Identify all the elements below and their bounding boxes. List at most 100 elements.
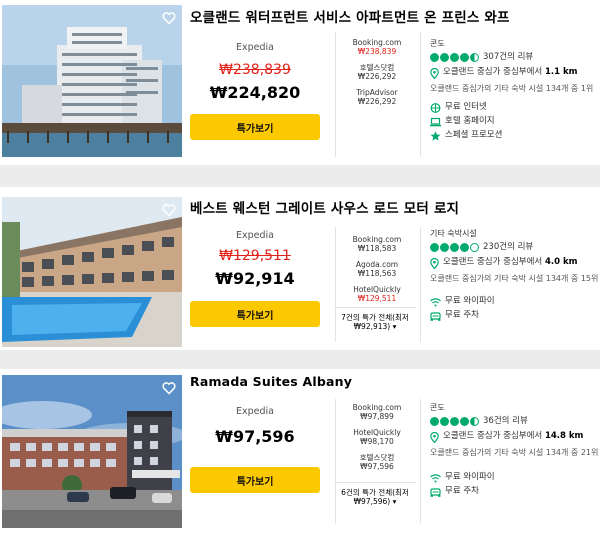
offer-item[interactable]: Booking.com ₩118,583 <box>337 235 417 253</box>
offer-item[interactable]: HotelQuickly ₩98,170 <box>337 428 417 446</box>
rating-bubble <box>460 243 469 252</box>
offer-item[interactable]: Booking.com ₩97,899 <box>337 403 417 421</box>
all-deals-text: 6건의 특가 전체(최저 <box>341 488 409 497</box>
divider <box>420 399 421 524</box>
amenity-item[interactable]: 스페셜 프로모션 <box>430 130 600 141</box>
rating-bubble <box>450 243 459 252</box>
deal-price: ₩224,820 <box>209 83 301 102</box>
rating-bubble <box>440 243 449 252</box>
rating-bubble <box>470 53 479 62</box>
distance-value: 4.0 km <box>544 257 578 267</box>
rating[interactable]: 230건의 리뷰 <box>430 242 600 253</box>
location-pin-icon <box>430 258 439 269</box>
distance: 오클랜드 중심가 중심부에서 4.0 km <box>430 257 600 269</box>
wifi-icon <box>430 102 441 113</box>
divider <box>420 32 421 157</box>
ranking-text: 오클랜드 중심가의 기타 숙박 시설 134개 중 21위 <box>430 448 599 457</box>
wifi-icon <box>430 297 441 306</box>
distance-text: 오클랜드 중심가 중심부에서 <box>443 257 545 267</box>
hotel-name[interactable]: Ramada Suites Albany <box>190 374 352 389</box>
view-deal-button[interactable]: 특가보기 <box>190 467 320 493</box>
rating[interactable]: 36건의 리뷰 <box>430 416 600 427</box>
amenity-item: 무료 와이파이 <box>430 296 600 307</box>
divider <box>335 32 336 157</box>
rating-bubble <box>470 417 479 426</box>
lowest-deal-price: ₩97,596) <box>353 497 391 506</box>
offer-item[interactable]: HotelQuickly ₩129,511 <box>337 285 417 303</box>
lowest-deal-price: ₩92,913) <box>353 322 391 331</box>
all-deals-text: 7건의 특가 전체(최저 <box>341 313 409 322</box>
distance: 오클랜드 중심가 중심부에서 1.1 km <box>430 67 600 79</box>
all-deals-link[interactable]: 7건의 특가 전체(최저 ₩92,913) ▾ <box>334 307 416 331</box>
hotel-card: 베스트 웨스턴 그레이트 사우스 로드 모터 로지 Expedia ₩129,5… <box>0 187 600 350</box>
property-category: 콘도 <box>430 39 445 48</box>
offer-item[interactable]: 호텔스닷컴 ₩97,596 <box>337 453 417 471</box>
view-deal-button[interactable]: 특가보기 <box>190 114 320 140</box>
other-offers: Booking.com ₩238,839 호텔스닷컴 ₩226,292 TripAd… <box>337 38 417 113</box>
amenity-item: 무료 주차 <box>430 310 600 321</box>
other-offers: Booking.com ₩118,583 Agoda.com ₩118,563 Ho… <box>337 235 417 310</box>
review-count[interactable]: 36건의 리뷰 <box>483 416 528 427</box>
star-icon <box>430 130 441 141</box>
hotel-photo[interactable] <box>2 375 182 528</box>
rating-bubble <box>430 243 439 252</box>
hotel-name[interactable]: 오클랜드 워터프런트 서비스 아파트먼트 온 프린스 와프 <box>190 6 510 26</box>
amenity-item: 무료 인터넷 <box>430 102 600 113</box>
heart-icon[interactable] <box>162 381 176 395</box>
hotel-info: 기타 숙박시설 230건의 리뷰 오클랜드 중심가 중심부에서 4.0 km 오… <box>430 228 600 324</box>
amenity-item: 무료 와이파이 <box>430 472 600 483</box>
hotel-name[interactable]: 베스트 웨스턴 그레이트 사우스 로드 모터 로지 <box>190 197 459 217</box>
heart-icon[interactable] <box>162 203 176 217</box>
offer-item[interactable]: Booking.com ₩238,839 <box>337 38 417 56</box>
hotel-info: 콘도 307건의 리뷰 오클랜드 중심가 중심부에서 1.1 km 오클랜드 중… <box>430 38 600 144</box>
original-price: ₩238,839 <box>219 62 291 78</box>
review-count[interactable]: 307건의 리뷰 <box>483 52 533 63</box>
car-icon <box>430 311 441 321</box>
rating-bubble <box>450 417 459 426</box>
rating[interactable]: 307건의 리뷰 <box>430 52 600 63</box>
wifi-icon <box>430 473 441 482</box>
location-pin-icon <box>430 432 439 443</box>
review-count[interactable]: 230건의 리뷰 <box>483 242 533 253</box>
rating-bubble <box>440 417 449 426</box>
distance: 오클랜드 중심가 중심부에서 14.8 km <box>430 431 600 443</box>
offer-item[interactable]: Agoda.com ₩118,563 <box>337 260 417 278</box>
provider-name: Expedia <box>236 42 274 53</box>
rating-bubble <box>430 53 439 62</box>
deal-price: ₩97,596 <box>215 427 295 446</box>
rating-bubble <box>440 53 449 62</box>
car-icon <box>430 487 441 497</box>
rating-bubble <box>460 417 469 426</box>
amenity-item: 무료 주차 <box>430 486 600 497</box>
property-category: 콘도 <box>430 403 445 412</box>
location-pin-icon <box>430 68 439 79</box>
hotel-info: 콘도 36건의 리뷰 오클랜드 중심가 중심부에서 14.8 km 오클랜드 중… <box>430 402 600 500</box>
offer-item[interactable]: TripAdvisor ₩226,292 <box>337 88 417 106</box>
offer-item[interactable]: 호텔스닷컴 ₩226,292 <box>337 63 417 81</box>
all-deals-link[interactable]: 6건의 특가 전체(최저 ₩97,596) ▾ <box>334 482 416 506</box>
distance-value: 14.8 km <box>544 431 584 441</box>
ranking-text: 오클랜드 중심가의 기타 숙박 시설 134개 중 15위 <box>430 274 599 283</box>
distance-value: 1.1 km <box>544 67 578 77</box>
laptop-icon <box>430 117 441 126</box>
hotel-photo[interactable] <box>2 197 182 347</box>
rating-bubble <box>430 417 439 426</box>
deal-price: ₩92,914 <box>215 269 295 288</box>
chevron-down-icon: ▾ <box>392 322 397 331</box>
other-offers: Booking.com ₩97,899 HotelQuickly ₩98,170 호… <box>337 403 417 478</box>
rating-bubble <box>470 243 479 252</box>
provider-name: Expedia <box>236 230 274 241</box>
chevron-down-icon: ▾ <box>392 497 397 506</box>
distance-text: 오클랜드 중심가 중심부에서 <box>443 431 545 441</box>
hotel-photo[interactable] <box>2 5 182 157</box>
view-deal-button[interactable]: 특가보기 <box>190 301 320 327</box>
amenity-item[interactable]: 호텔 홈페이지 <box>430 116 600 127</box>
divider <box>420 227 421 342</box>
ranking-text: 오클랜드 중심가의 기타 숙박 시설 134개 중 1위 <box>430 84 594 93</box>
hotel-card: Ramada Suites Albany Expedia ₩97,596 특가보… <box>0 369 600 533</box>
property-category: 기타 숙박시설 <box>430 229 477 238</box>
distance-text: 오클랜드 중심가 중심부에서 <box>443 67 545 77</box>
original-price: ₩129,511 <box>219 248 291 264</box>
heart-icon[interactable] <box>162 11 176 25</box>
hotel-card: 오클랜드 워터프런트 서비스 아파트먼트 온 프린스 와프 Expedia ₩2… <box>0 0 600 165</box>
